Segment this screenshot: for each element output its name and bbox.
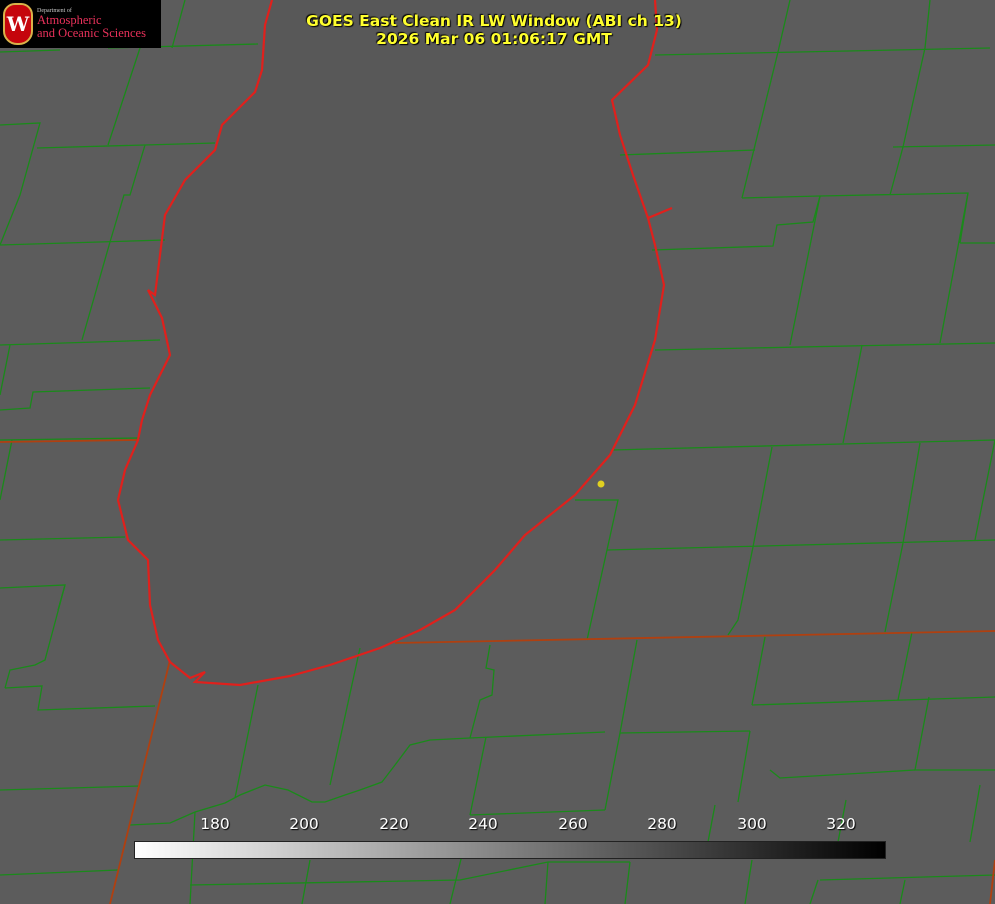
- seal-letter: W: [6, 12, 30, 36]
- colorbar-tick: 320: [826, 815, 856, 833]
- colorbar-tick: 220: [379, 815, 409, 833]
- logo-line-2: and Oceanic Sciences: [37, 26, 146, 41]
- colorbar: [134, 841, 886, 859]
- colorbar-tick: 260: [558, 815, 588, 833]
- timestamp: 2026 Mar 06 01:06:17 GMT: [376, 30, 612, 48]
- colorbar-tick: 180: [200, 815, 230, 833]
- colorbar-tick: 240: [468, 815, 498, 833]
- site-marker[interactable]: [597, 480, 605, 488]
- colorbar-tick: 280: [647, 815, 677, 833]
- satellite-map[interactable]: W Department of Atmospheric and Oceanic …: [0, 0, 995, 904]
- product-title: GOES East Clean IR LW Window (ABI ch 13): [306, 12, 682, 30]
- colorbar-ticks: 180 200 220 240 260 280 300 320: [0, 815, 995, 835]
- aos-logo[interactable]: W Department of Atmospheric and Oceanic …: [0, 0, 161, 48]
- colorbar-tick: 200: [289, 815, 319, 833]
- uw-seal-icon: W: [3, 3, 33, 45]
- map-canvas: [0, 0, 995, 904]
- colorbar-tick: 300: [737, 815, 767, 833]
- logo-text: Department of Atmospheric and Oceanic Sc…: [37, 8, 146, 41]
